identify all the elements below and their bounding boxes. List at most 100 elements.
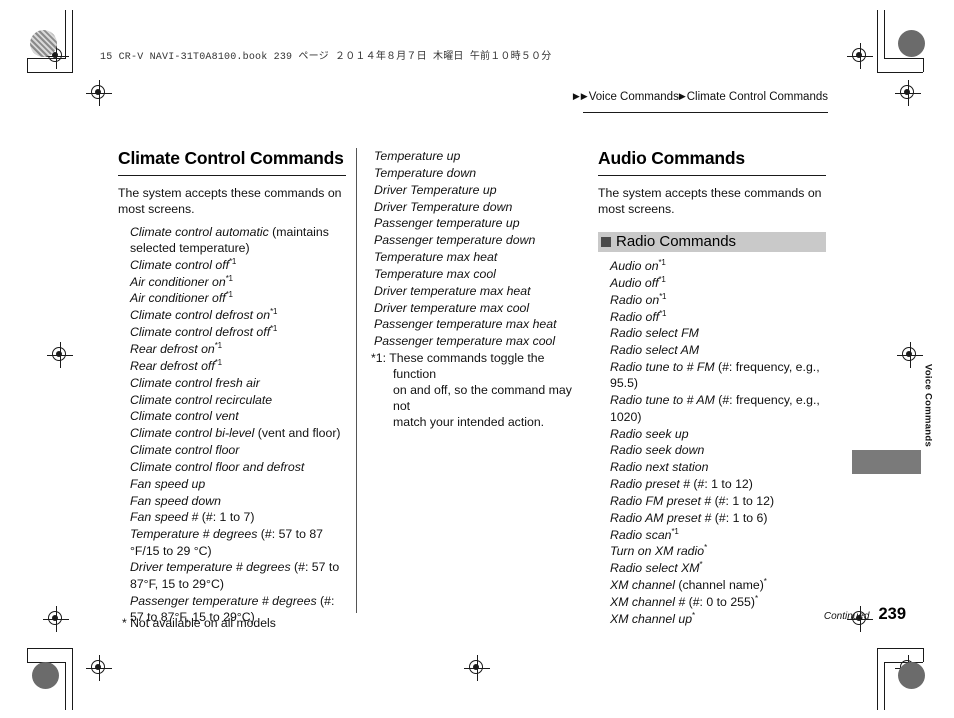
command-list-item: Radio tune to # AM (#: frequency, e.g., … (598, 392, 830, 425)
command-phrase: Audio on (610, 259, 659, 274)
command-phrase: Driver temperature max cool (374, 300, 530, 315)
registration-mark-left-middle (47, 342, 73, 368)
crop-line-br-v3 (923, 648, 924, 662)
command-phrase: Audio off (610, 275, 659, 290)
page-footer: Continued 239 (824, 605, 906, 624)
command-list-item: Fan speed # (#: 1 to 7) (118, 509, 348, 525)
crop-line-bl-h2 (27, 648, 73, 649)
page-number: 239 (878, 605, 906, 623)
command-list-item: Audio on*1 (598, 258, 830, 274)
command-list-item: Radio scan*1 (598, 527, 830, 543)
command-phrase: Temperature up (374, 149, 461, 163)
footnote-marker: *1 (658, 274, 666, 284)
footnote-marker: *1 (270, 324, 278, 334)
command-phrase: Passenger temperature up (374, 216, 520, 231)
command-phrase: Radio select FM (610, 326, 699, 341)
command-phrase: Climate control floor and defrost (130, 459, 305, 474)
command-list-item: Radio select XM* (598, 560, 830, 576)
breadcrumb-parent[interactable]: Voice Commands (589, 91, 679, 103)
breadcrumb-divider (583, 112, 828, 113)
command-list-item: Driver Temperature down (371, 199, 583, 215)
command-phrase: Radio tune to # FM (610, 360, 715, 375)
page-title-climate: Climate Control Commands (118, 148, 344, 168)
command-list-item: Climate control defrost on*1 (118, 307, 348, 323)
square-bullet-icon (601, 236, 611, 247)
command-list-item: Passenger temperature max heat (371, 316, 583, 332)
footnote-marker: *1 (214, 357, 222, 367)
subsection-label: Radio Commands (616, 232, 737, 250)
command-phrase: Rear defrost on (130, 341, 215, 356)
command-phrase: Climate control defrost off (130, 325, 271, 340)
command-phrase: Radio scan (610, 527, 672, 542)
crop-line-tl-h1 (27, 58, 66, 59)
intro-text-audio: The system accepts these commands on mos… (598, 186, 822, 217)
footnote-label: *1: (371, 350, 387, 365)
command-list-item: Climate control floor and defrost (118, 459, 348, 475)
footnote-marker: *1 (214, 340, 222, 350)
command-phrase: Radio select AM (610, 343, 700, 358)
command-list-item: Driver temperature max cool (371, 300, 583, 316)
footnote-marker: *1 (659, 308, 667, 318)
command-list-item: Climate control floor (118, 442, 348, 458)
command-list-item: Radio preset # (#: 1 to 12) (598, 476, 830, 492)
command-list-item: Temperature max heat (371, 249, 583, 265)
command-phrase: Climate control vent (130, 409, 239, 424)
footnote-marker: * (754, 593, 758, 603)
column-climate-control-commands: Climate Control Commands The system acce… (118, 148, 348, 626)
footnote-line-1: These commands toggle the function (389, 350, 545, 381)
command-list-item: Radio select AM (598, 342, 830, 358)
command-list-item: Temperature max cool (371, 266, 583, 282)
subsection-header-radio-commands: Radio Commands (598, 231, 826, 253)
registration-mark-top-right-outer (847, 43, 873, 69)
breadcrumb-arrow-icon-2: ▶ (580, 91, 588, 101)
command-list-item: Turn on XM radio* (598, 543, 830, 559)
command-phrase: Passenger temperature # degrees (130, 593, 317, 608)
footnote-marker: *1 (659, 291, 667, 301)
footnote-marker: * (692, 610, 695, 620)
color-patch-bottom-left (32, 662, 59, 689)
availability-note: * Not available on all models (122, 616, 276, 630)
command-list-item: Radio on*1 (598, 292, 830, 308)
command-list-item: Rear defrost on*1 (118, 341, 348, 357)
command-phrase: Climate control off (130, 257, 230, 272)
command-phrase: Fan speed # (130, 510, 199, 525)
column-divider (356, 148, 357, 613)
column-audio-commands: Audio Commands The system accepts these … (598, 148, 830, 628)
command-phrase: Driver temperature max heat (374, 283, 531, 298)
command-list-item: XM channel # (#: 0 to 255)* (598, 594, 830, 610)
footnote-marker: *1 (671, 526, 679, 536)
command-list-item: Temperature up (371, 148, 583, 164)
command-phrase: Temperature down (374, 165, 477, 180)
footnote-line-2: on and off, so the command may not (393, 382, 572, 413)
command-list-item: Climate control fresh air (118, 375, 348, 391)
command-list-item: Audio off*1 (598, 275, 830, 291)
crop-line-br-h2 (877, 648, 923, 649)
title-rule-climate (118, 175, 346, 177)
command-phrase: XM channel up (610, 611, 693, 626)
command-phrase: Rear defrost off (130, 358, 215, 373)
command-note: (vent and floor) (254, 426, 341, 441)
command-list-item: Fan speed down (118, 493, 348, 509)
color-patch-top-right (898, 30, 925, 57)
command-list-item: Air conditioner on*1 (118, 274, 348, 290)
command-list-item: Passenger temperature down (371, 232, 583, 248)
breadcrumb-arrow-icon-3: ▶ (678, 91, 686, 101)
crop-line-br-v2 (877, 648, 878, 710)
command-list-item: Temperature # degrees (#: 57 to 87 °F/15… (118, 526, 348, 559)
command-phrase: Temperature max heat (374, 250, 498, 265)
side-tab-marker-block (852, 450, 921, 474)
command-phrase: Climate control bi-level (130, 426, 255, 441)
command-list-climate: Climate control automatic (maintains sel… (118, 224, 348, 626)
command-list-item: Radio seek up (598, 426, 830, 442)
command-phrase: Climate control automatic (130, 224, 269, 239)
footnote-marker: * (704, 543, 707, 553)
footnote-marker: *1 (225, 273, 233, 283)
command-list-item: Rear defrost off*1 (118, 358, 348, 374)
command-list-item: Radio seek down (598, 442, 830, 458)
command-phrase: Radio AM preset # (610, 510, 712, 525)
side-tab-voice-commands: Voice Commands (920, 348, 934, 468)
title-rule-audio (598, 175, 826, 177)
footnote-marker: *1 (225, 290, 233, 300)
command-list-item: XM channel up* (598, 611, 830, 627)
command-phrase: Air conditioner on (130, 274, 226, 289)
